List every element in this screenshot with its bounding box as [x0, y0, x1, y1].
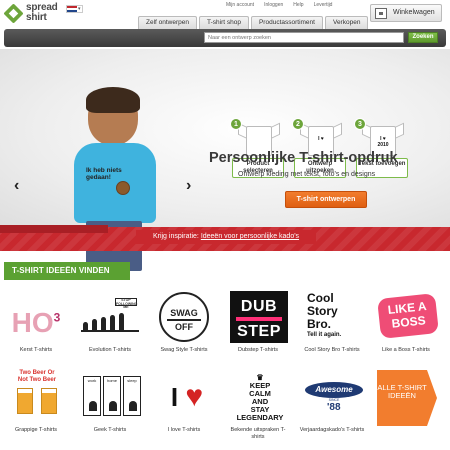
design-tshirt-button[interactable]: T-shirt ontwerpen — [285, 191, 367, 208]
tile-caption: Cool Story Bro T-shirts — [304, 347, 360, 353]
cart-label: Winkelwagen — [393, 9, 435, 16]
shirt-print: I ♥ — [318, 136, 324, 142]
evolution-sign: STOP FOLLOWING ME — [115, 298, 138, 309]
child-hair — [86, 87, 140, 113]
swag-design: SWAG OFF — [153, 290, 215, 346]
dubstep-design: DUB STEP — [227, 290, 289, 346]
all-ideas-label: ALLE T-SHIRT IDEEËN — [377, 370, 437, 426]
logo-text: spread shirt — [26, 2, 58, 23]
tab-sell[interactable]: Verkopen — [324, 16, 369, 29]
idea-tile-cool-story[interactable]: Cool Story Bro. Tell it again. Cool Story B… — [299, 290, 365, 368]
tab-tshirt-shop[interactable]: T-shirt shop — [199, 16, 249, 29]
tile-caption: Dubstep T-shirts — [238, 347, 278, 353]
step-number: 1 — [230, 118, 242, 130]
spreadshirt-logo[interactable]: spread shirt — [3, 2, 62, 25]
logo-mark-icon — [3, 3, 24, 24]
tab-design-yourself[interactable]: Zelf ontwerpen — [138, 16, 197, 29]
tile-caption: Verjaardagskado's T-shirts — [299, 427, 365, 433]
tile-caption: Geek T-shirts — [93, 427, 127, 433]
ho3-design: HO3 — [11, 307, 61, 339]
tile-caption: Evolution T-shirts — [88, 347, 132, 353]
gift-ideas-link[interactable]: Ideeën voor persoonlijke kado's — [201, 233, 299, 240]
main-nav: Zelf ontwerpen T-shirt shop Productassor… — [138, 16, 369, 29]
top-links: Mijn account Inloggen Help Levertijd — [226, 2, 332, 8]
carousel-next-icon[interactable]: › — [186, 177, 191, 195]
inspiration-bar: Krijg inspiratie: Ideeën voor persoonlij… — [136, 230, 316, 244]
idea-tile-i-love[interactable]: I ♥ I love T-shirts — [151, 370, 217, 448]
tab-product-range[interactable]: Productassortiment — [250, 16, 323, 29]
cart-icon — [375, 8, 387, 19]
i-love-design: I ♥ — [170, 380, 204, 413]
cool-story-design: Cool Story Bro. Tell it again. — [307, 291, 342, 339]
cart-button[interactable]: Winkelwagen — [370, 4, 442, 22]
child-tshirt-print: Ik heb niets gedaan! — [86, 167, 122, 181]
hero-banner: Ik heb niets gedaan! ‹ › 1 Product selec… — [0, 49, 450, 271]
search-input[interactable] — [204, 32, 404, 43]
inspiration-prefix: Krijg inspiratie: — [152, 233, 199, 240]
awesome-design: Awesome SINCE '88 — [301, 370, 363, 426]
link-help[interactable]: Help — [293, 2, 303, 8]
chevron-down-icon: ▾ — [78, 6, 81, 12]
tile-caption: Like a Boss T-shirts — [382, 347, 430, 353]
ideas-heading: T-SHIRT IDEEËN VINDEN — [4, 262, 130, 280]
link-my-account[interactable]: Mijn account — [226, 2, 254, 8]
tile-caption: I love T-shirts — [167, 427, 201, 433]
hero-title: Persoonlijke T-shirt-opdruk — [209, 150, 398, 166]
idea-tile-like-a-boss[interactable]: LIKE A BOSS Like a Boss T-shirts — [373, 290, 439, 368]
idea-tile-dubstep[interactable]: DUB STEP Dubstep T-shirts — [225, 290, 291, 368]
tile-caption: Bekende uitspraken T-shirts — [230, 427, 286, 440]
geek-design: work home sleep — [79, 370, 141, 426]
netherlands-flag-icon — [67, 6, 77, 12]
link-delivery-time[interactable]: Levertijd — [314, 2, 333, 8]
idea-tile-christmas[interactable]: HO3 Kerst T-shirts — [3, 290, 69, 368]
carousel-prev-icon[interactable]: ‹ — [14, 177, 19, 195]
step-number: 2 — [292, 118, 304, 130]
two-beer-design: Two Beer Or Not Two Beer — [5, 370, 67, 426]
language-selector[interactable]: ▾ — [66, 5, 83, 13]
keep-calm-design: ♛ KEEP CALM AND STAY LEGENDARY — [236, 373, 284, 422]
ribbon-decoration — [0, 225, 108, 233]
idea-tile-famous-quotes[interactable]: ♛ KEEP CALM AND STAY LEGENDARY Bekende uitspr… — [225, 370, 291, 448]
like-a-boss-design: LIKE A BOSS — [375, 290, 439, 346]
child-tshirt — [74, 143, 156, 223]
cookie-icon — [116, 181, 130, 195]
tile-caption: Grappige T-shirts — [14, 427, 58, 433]
heart-icon: ♥ — [185, 380, 204, 413]
tile-caption: Kerst T-shirts — [19, 347, 53, 353]
evolution-design: STOP FOLLOWING ME — [79, 290, 141, 346]
all-ideas-button[interactable]: ALLE T-SHIRT IDEEËN — [373, 370, 439, 448]
idea-tile-swag[interactable]: SWAG OFF Swag Style T-shirts — [151, 290, 217, 368]
idea-tile-evolution[interactable]: STOP FOLLOWING ME Evolution T-shirts — [77, 290, 143, 368]
step-number: 3 — [354, 118, 366, 130]
idea-tile-funny[interactable]: Two Beer Or Not Two Beer Grappige T-shirt… — [3, 370, 69, 448]
hero-subtitle: Ontwerp kleding met tekst, foto's en des… — [238, 171, 376, 178]
shirt-print: I ♥ 2010 — [377, 136, 389, 148]
idea-tile-geek[interactable]: work home sleep Geek T-shirts — [77, 370, 143, 448]
idea-tile-birthday[interactable]: Awesome SINCE '88 Verjaardagskado's T-shir… — [299, 370, 365, 448]
search-button[interactable]: Zoeken — [408, 32, 438, 43]
link-login[interactable]: Inloggen — [264, 2, 283, 8]
tile-caption: Swag Style T-shirts — [160, 347, 208, 353]
